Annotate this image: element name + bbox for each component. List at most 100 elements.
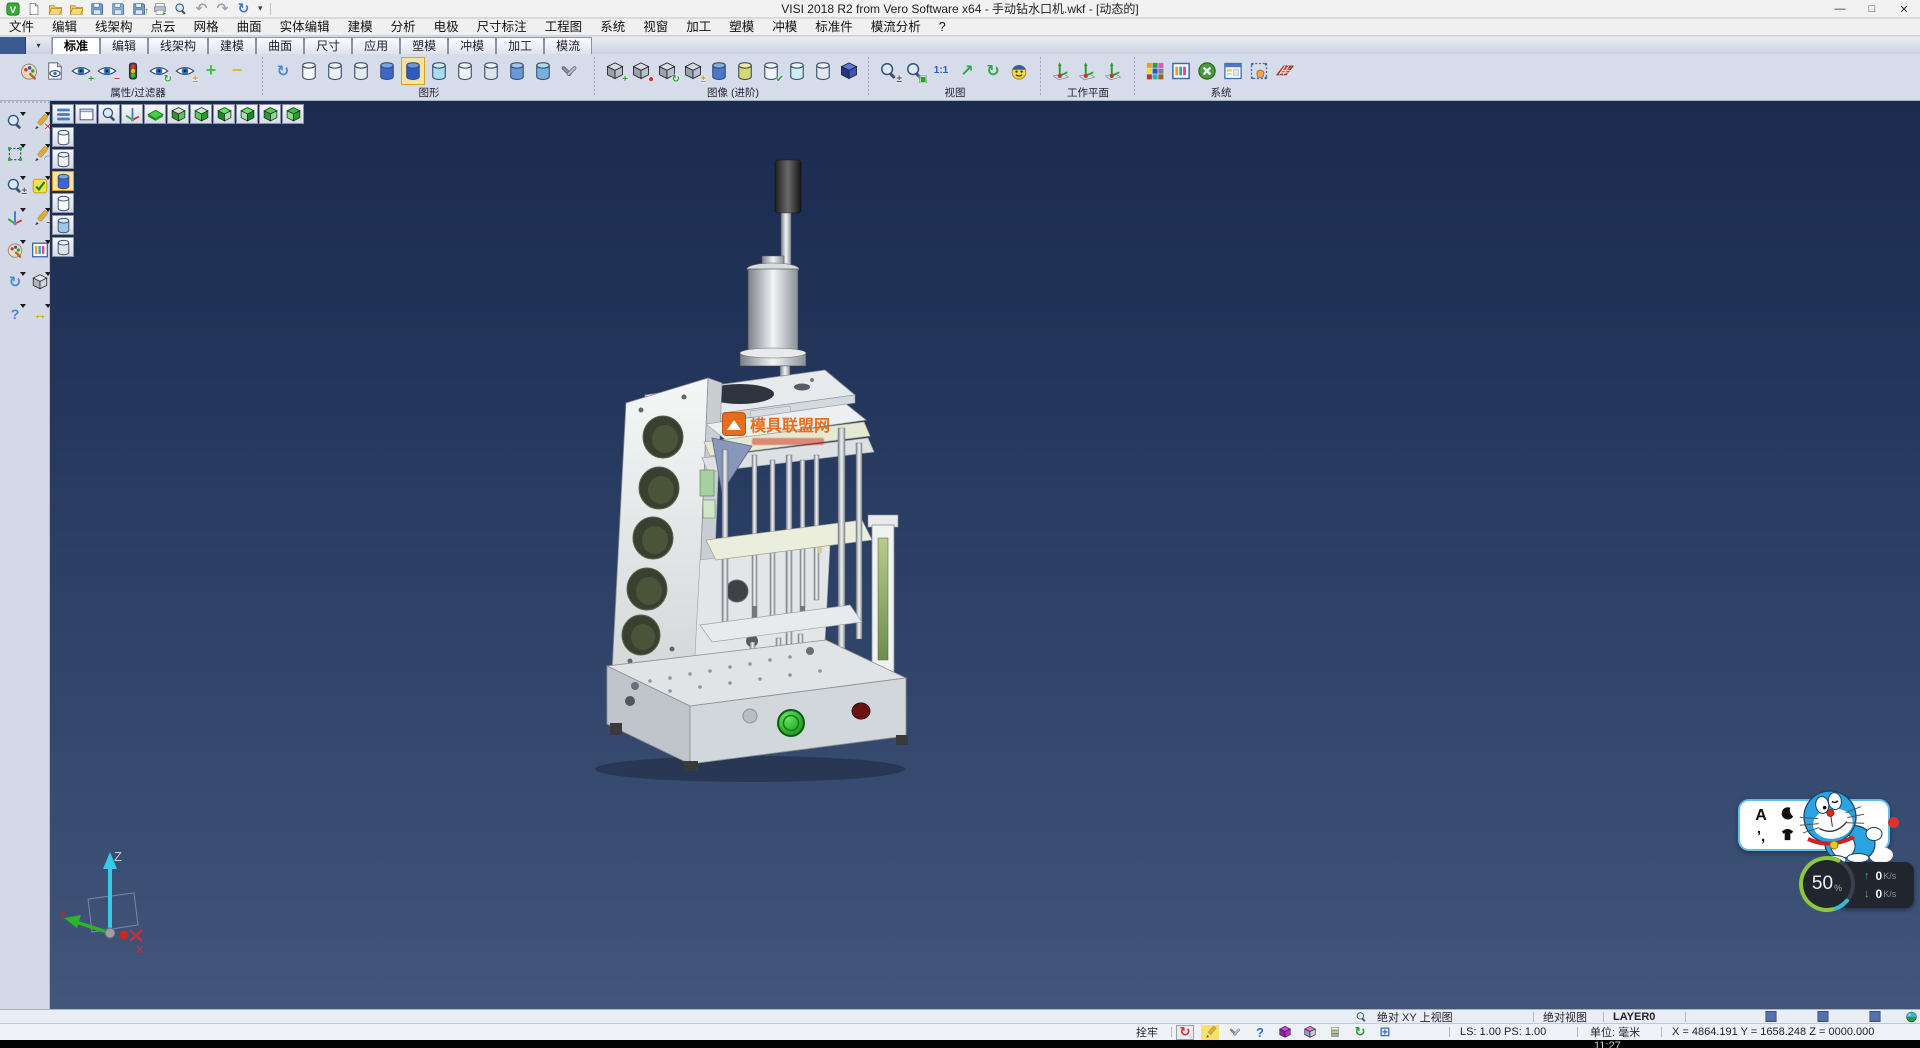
- rotate-view-button[interactable]: ↻: [981, 57, 1005, 85]
- redraw-button[interactable]: ↻: [271, 57, 295, 85]
- ime-latin-mode-icon[interactable]: A: [1755, 807, 1767, 825]
- menu-item-7[interactable]: 实体编辑: [271, 19, 339, 36]
- tab-5[interactable]: 曲面: [256, 37, 304, 54]
- ime-punctuation-icon[interactable]: ’,: [1757, 828, 1765, 845]
- view-zoom-button[interactable]: [98, 104, 120, 124]
- save-button[interactable]: [87, 1, 106, 17]
- display-ghost-button[interactable]: [52, 215, 74, 235]
- rotate-increment-button[interactable]: ↻: [1351, 1025, 1369, 1040]
- selection-frame-button[interactable]: [4, 143, 26, 165]
- view-iso-button[interactable]: [259, 104, 281, 124]
- edit-attributes-button[interactable]: [17, 57, 41, 85]
- display-hidden-button[interactable]: [52, 149, 74, 169]
- refresh-display-button[interactable]: [531, 57, 555, 85]
- view-mode-indicator[interactable]: 绝对 XY 上视图: [1377, 1010, 1453, 1023]
- open-file-button[interactable]: [45, 1, 64, 17]
- wireframe-display-button[interactable]: [297, 57, 321, 85]
- menu-item-13[interactable]: 系统: [591, 19, 634, 36]
- solid-ghost-button[interactable]: [785, 57, 809, 85]
- memory-usage-ball[interactable]: 50 %: [1796, 853, 1858, 915]
- tab-7[interactable]: 应用: [352, 37, 400, 54]
- menu-item-1[interactable]: 文件: [0, 19, 43, 36]
- menu-item-2[interactable]: 编辑: [43, 19, 86, 36]
- tab-4[interactable]: 建模: [208, 37, 256, 54]
- active-layer-indicator[interactable]: LAYER0: [1613, 1010, 1655, 1023]
- view-left-button[interactable]: [213, 104, 235, 124]
- render-window-button[interactable]: [1169, 57, 1193, 85]
- save-as-button[interactable]: [108, 1, 127, 17]
- save-all-button[interactable]: ↑: [129, 1, 148, 17]
- view-face-button[interactable]: [1007, 57, 1031, 85]
- view-reference-indicator[interactable]: 绝对视图: [1543, 1010, 1587, 1023]
- tab-6[interactable]: 尺寸: [304, 37, 352, 54]
- menu-item-15[interactable]: 加工: [677, 19, 720, 36]
- tab-2[interactable]: 编辑: [100, 37, 148, 54]
- menu-item-14[interactable]: 视窗: [634, 19, 677, 36]
- menu-item-16[interactable]: 塑模: [720, 19, 763, 36]
- view-right-button[interactable]: [236, 104, 258, 124]
- flat-display-button[interactable]: [453, 57, 477, 85]
- tab-10[interactable]: 加工: [496, 37, 544, 54]
- shaded-edges-display-button[interactable]: [401, 57, 425, 85]
- pan-view-button[interactable]: ↗: [955, 57, 979, 85]
- menu-item-6[interactable]: 曲面: [228, 19, 271, 36]
- confirm-button[interactable]: [29, 175, 51, 197]
- history-button[interactable]: ↻: [234, 1, 253, 17]
- hide-entities-button[interactable]: −: [95, 57, 119, 85]
- status-search-icon[interactable]: [1352, 1010, 1370, 1024]
- print-button[interactable]: [150, 1, 169, 17]
- viewport[interactable]: 模具联盟网 Z Y X A ’,: [50, 101, 1920, 1009]
- redo-button[interactable]: ↷: [213, 1, 232, 17]
- refresh-visibility-button[interactable]: ↻: [147, 57, 171, 85]
- window-layout-button[interactable]: ⊞: [1376, 1025, 1394, 1040]
- layer-color-bar[interactable]: [1748, 1011, 1794, 1022]
- delete-sketch-button[interactable]: ✕: [29, 111, 51, 133]
- view-back-button[interactable]: [190, 104, 212, 124]
- solid-cube-button[interactable]: [29, 271, 51, 293]
- tab-8[interactable]: 塑模: [400, 37, 448, 54]
- solid-shaded-button[interactable]: [707, 57, 731, 85]
- tab-9[interactable]: 冲模: [448, 37, 496, 54]
- move-cs-button[interactable]: [4, 207, 26, 229]
- selection-filter-button[interactable]: [121, 57, 145, 85]
- display-striped-button[interactable]: [52, 237, 74, 257]
- show-all-button[interactable]: +: [199, 57, 223, 85]
- wand-button[interactable]: [1201, 1025, 1219, 1040]
- new-file-button[interactable]: [24, 1, 43, 17]
- toggle-image-button[interactable]: ±: [681, 57, 705, 85]
- undo-button[interactable]: ↶: [192, 1, 211, 17]
- context-help-button[interactable]: ?: [1251, 1025, 1269, 1040]
- tools-button[interactable]: [1226, 1025, 1244, 1040]
- solid-hatch-button[interactable]: [811, 57, 835, 85]
- view-single-button[interactable]: [75, 104, 97, 124]
- layer-color-bar[interactable]: [1800, 1011, 1846, 1022]
- tab-list-dropdown[interactable]: ▾: [26, 37, 52, 54]
- print-preview-button[interactable]: [171, 1, 190, 17]
- show-entities-button[interactable]: +: [69, 57, 93, 85]
- invert-visibility-button[interactable]: ±: [173, 57, 197, 85]
- spline-edit-button[interactable]: ~: [29, 207, 51, 229]
- layer-color-bar[interactable]: [1852, 1011, 1898, 1022]
- solid-view-button[interactable]: [837, 57, 861, 85]
- display-flat-button[interactable]: [52, 193, 74, 213]
- close-button[interactable]: ✕: [1888, 0, 1920, 18]
- menu-item-19[interactable]: 模流分析: [862, 19, 930, 36]
- striped-display-button[interactable]: [479, 57, 503, 85]
- image-filter-button[interactable]: ●: [629, 57, 653, 85]
- attribute-preview-button[interactable]: [43, 57, 67, 85]
- menu-item-20[interactable]: ?: [930, 19, 955, 36]
- display-shaded-button[interactable]: [52, 171, 74, 191]
- zoom-selection-button[interactable]: ±: [4, 175, 26, 197]
- view-axes-button[interactable]: [121, 104, 143, 124]
- profiles-button[interactable]: [1221, 57, 1245, 85]
- workplane-standard-button[interactable]: [1049, 57, 1073, 85]
- menu-item-18[interactable]: 标准件: [806, 19, 862, 36]
- layer-palette-button[interactable]: [4, 239, 26, 261]
- maximize-button[interactable]: □: [1856, 0, 1888, 18]
- system-status[interactable]: [1902, 1010, 1920, 1023]
- workplane-view-button[interactable]: [1101, 57, 1125, 85]
- menu-item-17[interactable]: 冲模: [763, 19, 806, 36]
- refresh-button[interactable]: ↻: [4, 271, 26, 293]
- scale-indicator[interactable]: LS: 1.00 PS: 1.00: [1460, 1024, 1546, 1040]
- view-axono-button[interactable]: [282, 104, 304, 124]
